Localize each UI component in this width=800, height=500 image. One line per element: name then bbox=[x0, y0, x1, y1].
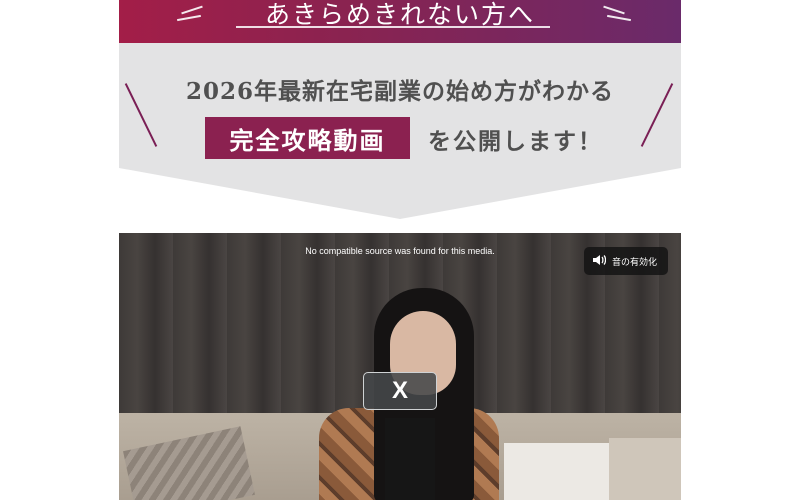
video-player[interactable]: No compatible source was found for this … bbox=[119, 233, 681, 500]
unmute-label: 音の有効化 bbox=[612, 257, 658, 268]
hero-underline bbox=[236, 26, 550, 28]
unmute-button[interactable]: 音の有効化 bbox=[584, 247, 668, 275]
hero-banner: あきらめきれない方へ bbox=[119, 0, 681, 43]
landing-page: あきらめきれない方へ 2026年最新在宅副業の始め方がわかる 完全攻略動画 を公… bbox=[119, 0, 681, 500]
close-button[interactable]: X bbox=[363, 372, 437, 410]
video-pillow bbox=[504, 443, 614, 500]
video-person-top bbox=[385, 418, 435, 500]
hero-title: あきらめきれない方へ bbox=[264, 0, 535, 29]
headline-suffix: を公開します！ bbox=[428, 128, 603, 155]
video-pillow bbox=[609, 438, 681, 500]
headline: 2026年最新在宅副業の始め方がわかる bbox=[185, 78, 614, 105]
speaker-icon bbox=[592, 254, 607, 269]
highlight-badge: 完全攻略動画 bbox=[205, 117, 410, 159]
